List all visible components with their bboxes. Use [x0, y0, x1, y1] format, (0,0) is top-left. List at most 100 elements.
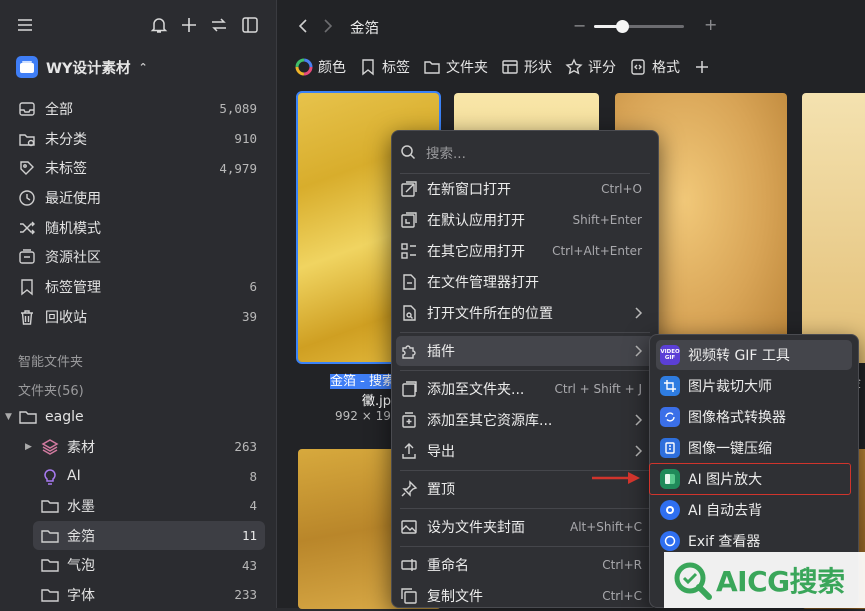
sidebar-toggle-icon[interactable]: [241, 16, 263, 38]
caret-right-icon[interactable]: ▶: [25, 442, 32, 452]
plugin-format-converter[interactable]: 图像格式转换器: [656, 402, 852, 432]
exif-icon: [660, 531, 680, 551]
plugin-ai-remove-bg[interactable]: AI 自动去背: [656, 495, 852, 525]
chevron-right-icon: [633, 307, 643, 319]
folder-素材[interactable]: ▶ 素材 263: [0, 432, 276, 462]
menu-item-export[interactable]: 导出: [392, 436, 658, 466]
video-gif-icon: VIDEO GIF: [660, 345, 680, 365]
menu-item-plugins[interactable]: 插件: [396, 336, 654, 366]
library-switcher[interactable]: WY设计素材 ⌃: [16, 55, 148, 79]
filter-tags[interactable]: 标签: [359, 57, 410, 77]
file-manager-icon: [400, 273, 418, 291]
folder-label: 字体: [67, 587, 95, 604]
folder-ai[interactable]: AI 8: [0, 461, 276, 491]
folders-heading[interactable]: 文件夹(56): [18, 380, 84, 399]
folder-水墨[interactable]: 水墨 4: [0, 491, 276, 521]
folder-字体[interactable]: 字体 233: [0, 580, 276, 610]
thumbnail[interactable]: [802, 93, 865, 363]
sync-icon[interactable]: [210, 16, 232, 38]
watermark-logo-icon: [670, 558, 714, 602]
folder-金箔[interactable]: 金箔 11: [33, 520, 265, 551]
sidebar-item-random[interactable]: 随机模式: [0, 213, 276, 243]
smart-folders-heading[interactable]: 智能文件夹: [18, 351, 83, 370]
add-icon[interactable]: [180, 16, 202, 38]
clock-icon: [18, 189, 36, 207]
sidebar-item-label: 标签管理: [45, 279, 101, 296]
menu-item-open-default-app[interactable]: 在默认应用打开 Shift+Enter: [392, 205, 658, 235]
search-icon: [400, 144, 416, 160]
bell-icon[interactable]: [150, 16, 172, 38]
add-icon: [693, 58, 711, 76]
divider: [400, 370, 650, 371]
menu-icon[interactable]: [16, 16, 38, 38]
filter-shape[interactable]: 形状: [501, 57, 552, 77]
menu-item-rename[interactable]: 重命名 Ctrl+R: [392, 550, 658, 580]
tag-question-icon: [18, 159, 36, 177]
caret-down-icon[interactable]: ▼: [5, 412, 12, 422]
file-dimensions: 992 × 192: [335, 409, 399, 423]
chevron-right-icon: [633, 445, 643, 457]
back-arrow-icon[interactable]: [297, 18, 311, 34]
zoom-in-icon[interactable]: +: [704, 15, 717, 34]
plugin-compress[interactable]: 图像一键压缩: [656, 433, 852, 463]
forward-arrow-icon[interactable]: [322, 18, 336, 34]
menu-item-add-to-folder[interactable]: 添加至文件夹... Ctrl + Shift + J: [392, 374, 658, 404]
menu-item-label: 导出: [427, 444, 455, 460]
folder-icon: [40, 496, 60, 516]
top-toolbar: 金箔 − +: [277, 0, 865, 52]
plugin-ai-upscale[interactable]: AI 图片放大: [649, 463, 851, 495]
sidebar-item-trash[interactable]: 回收站 39: [0, 302, 276, 332]
sidebar-top-icons: [16, 16, 260, 38]
bookmark-icon: [359, 58, 377, 76]
lightbulb-icon: [40, 466, 60, 486]
file-code-icon: [629, 58, 647, 76]
add-filter-button[interactable]: [693, 58, 711, 76]
filter-format[interactable]: 格式: [629, 57, 680, 77]
sidebar-item-count: 4,979: [219, 160, 257, 176]
folder-icon: [40, 585, 60, 605]
menu-item-label: 在默认应用打开: [427, 213, 525, 229]
menu-item-shortcut: Ctrl+O: [601, 182, 642, 196]
inbox-icon: [18, 100, 36, 118]
shape-icon: [501, 58, 519, 76]
trash-icon: [18, 308, 36, 326]
library-logo-icon: [16, 56, 38, 78]
filter-bar: 颜色 标签 文件夹 形状 评分 格式: [295, 55, 724, 79]
menu-item-open-file-manager[interactable]: 在文件管理器打开: [392, 267, 658, 297]
divider: [400, 508, 650, 509]
menu-item-open-other-app[interactable]: 在其它应用打开 Ctrl+Alt+Enter: [392, 236, 658, 266]
folder-question-icon: [18, 130, 36, 148]
sidebar-item-untagged[interactable]: 未标签 4,979: [0, 153, 276, 183]
folder-eagle[interactable]: ▼ eagle: [0, 402, 276, 432]
sidebar-item-tag-manager[interactable]: 标签管理 6: [0, 272, 276, 302]
shuffle-icon: [18, 219, 36, 237]
convert-icon: [660, 407, 680, 427]
folder-count: 43: [241, 557, 257, 573]
zoom-out-icon[interactable]: −: [573, 16, 586, 35]
puzzle-icon: [400, 342, 418, 360]
filter-rating[interactable]: 评分: [565, 57, 616, 77]
folder-气泡[interactable]: 气泡 43: [0, 550, 276, 580]
sidebar-item-uncategorized[interactable]: 未分类 910: [0, 124, 276, 154]
zoom-slider[interactable]: [594, 20, 684, 33]
menu-item-open-new-window[interactable]: 在新窗口打开 Ctrl+O: [392, 174, 658, 204]
plugin-video-to-gif[interactable]: VIDEO GIF 视频转 GIF 工具: [656, 340, 852, 370]
filter-color[interactable]: 颜色: [295, 57, 346, 77]
menu-item-add-to-library[interactable]: 添加至其它资源库...: [392, 405, 658, 435]
menu-item-set-folder-cover[interactable]: 设为文件夹封面 Alt+Shift+C: [392, 512, 658, 542]
filter-folder[interactable]: 文件夹: [423, 57, 488, 77]
plugin-crop-master[interactable]: 图片裁切大师: [656, 371, 852, 401]
menu-item-open-location[interactable]: 打开文件所在的位置: [392, 298, 658, 328]
zoom-slider-knob[interactable]: [616, 20, 629, 33]
export-icon: [400, 442, 418, 460]
context-menu-search[interactable]: 搜索...: [400, 139, 650, 165]
sidebar-item-community[interactable]: 资源社区: [0, 242, 276, 272]
menu-item-label: 添加至其它资源库...: [427, 413, 553, 429]
menu-item-copy-file[interactable]: 复制文件 Ctrl+C: [392, 581, 658, 611]
annotation-arrow-icon: [592, 471, 642, 485]
sidebar-item-recent[interactable]: 最近使用: [0, 183, 276, 213]
folder-count: 4: [249, 498, 257, 514]
sidebar-item-all[interactable]: 全部 5,089: [0, 94, 276, 124]
menu-item-label: 在文件管理器打开: [427, 275, 539, 291]
sidebar: WY设计素材 ⌃ 全部 5,089 未分类 910 未标签 4,979 最近使用…: [0, 0, 277, 608]
